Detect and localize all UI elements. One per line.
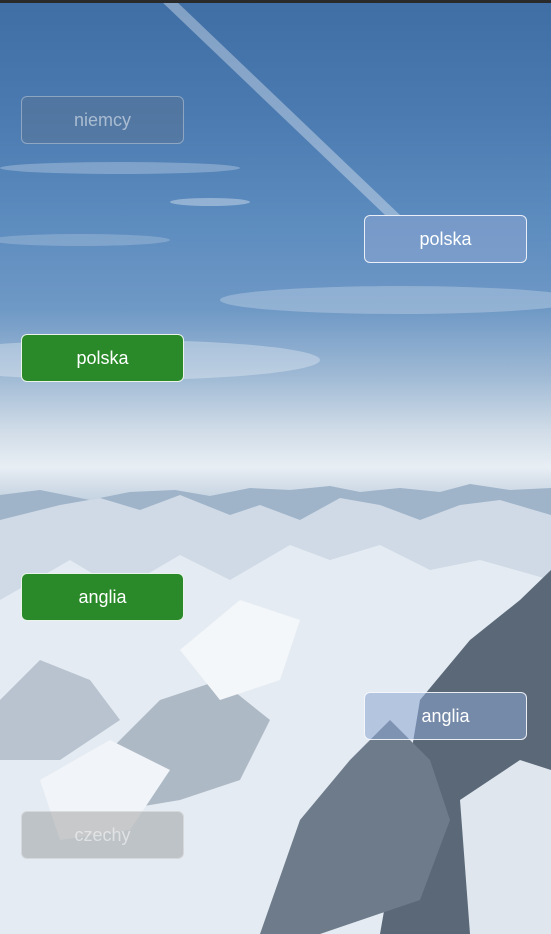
answer-button-czechy[interactable]: czechy	[21, 811, 184, 859]
answer-button-polska-left[interactable]: polska	[21, 334, 184, 382]
answer-button-niemcy[interactable]: niemcy	[21, 96, 184, 144]
answer-button-anglia-left[interactable]: anglia	[21, 573, 184, 621]
answer-button-anglia-right[interactable]: anglia	[364, 692, 527, 740]
answer-button-polska-right[interactable]: polska	[364, 215, 527, 263]
top-status-strip	[0, 0, 551, 3]
